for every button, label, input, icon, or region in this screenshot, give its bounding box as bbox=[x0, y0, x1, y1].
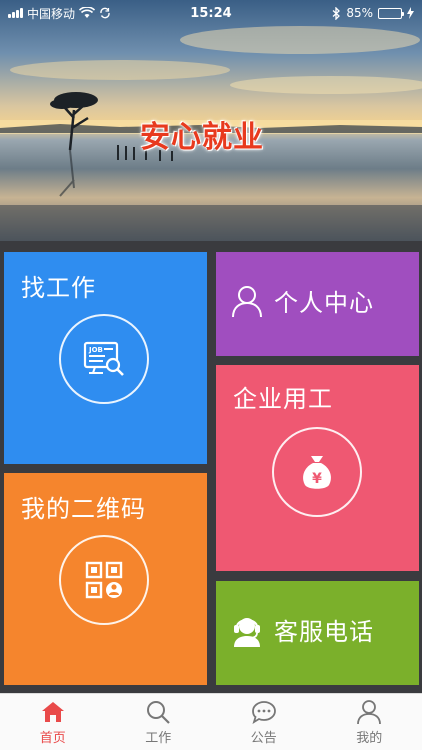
person-icon bbox=[232, 285, 262, 317]
status-bar: 中国移动 15:24 85% bbox=[0, 0, 422, 26]
battery-percent: 85% bbox=[346, 6, 373, 20]
customer-service-label: 客服电话 bbox=[274, 618, 374, 646]
status-time: 15:24 bbox=[190, 5, 232, 21]
svg-text:¥: ¥ bbox=[312, 471, 322, 487]
charging-icon bbox=[407, 7, 414, 19]
job-search-icon: JOB bbox=[59, 314, 149, 404]
wifi-icon bbox=[79, 7, 96, 18]
my-qrcode-tile[interactable]: 我的二维码 bbox=[4, 473, 207, 685]
personal-center-tile[interactable]: 个人中心 bbox=[216, 252, 419, 356]
battery-icon bbox=[378, 7, 404, 19]
personal-center-label: 个人中心 bbox=[274, 289, 374, 317]
bluetooth-icon bbox=[332, 6, 341, 20]
tab-bar: 首页 工作 公告 我的 bbox=[0, 693, 422, 750]
svg-text:JOB: JOB bbox=[88, 346, 103, 354]
tab-work-label: 工作 bbox=[145, 730, 172, 746]
banner-title: 安心就业 bbox=[140, 120, 264, 155]
find-job-label: 找工作 bbox=[21, 274, 96, 302]
my-qrcode-label: 我的二维码 bbox=[21, 495, 146, 523]
tab-mine-label: 我的 bbox=[356, 730, 383, 746]
signal-icon bbox=[8, 8, 23, 18]
tab-home-label: 首页 bbox=[39, 730, 66, 746]
money-bag-icon: ¥ bbox=[272, 427, 362, 517]
banner: 安心就业 bbox=[0, 0, 422, 241]
qrcode-icon bbox=[59, 535, 149, 625]
tab-mine[interactable]: 我的 bbox=[317, 694, 422, 750]
enterprise-hiring-label: 企业用工 bbox=[233, 385, 333, 413]
headset-icon bbox=[234, 617, 260, 647]
sync-icon bbox=[100, 7, 110, 19]
user-icon bbox=[357, 699, 382, 724]
chat-icon bbox=[251, 700, 276, 724]
tab-notice[interactable]: 公告 bbox=[211, 694, 317, 750]
tab-notice-label: 公告 bbox=[250, 730, 277, 746]
customer-service-tile[interactable]: 客服电话 bbox=[216, 581, 419, 685]
home-icon bbox=[41, 701, 64, 722]
tab-home[interactable]: 首页 bbox=[0, 694, 106, 750]
enterprise-hiring-tile[interactable]: 企业用工 ¥ bbox=[216, 365, 419, 571]
tab-work[interactable]: 工作 bbox=[106, 694, 212, 750]
search-icon bbox=[147, 700, 171, 724]
find-job-tile[interactable]: 找工作 JOB bbox=[4, 252, 207, 464]
carrier-label: 中国移动 bbox=[27, 6, 76, 21]
